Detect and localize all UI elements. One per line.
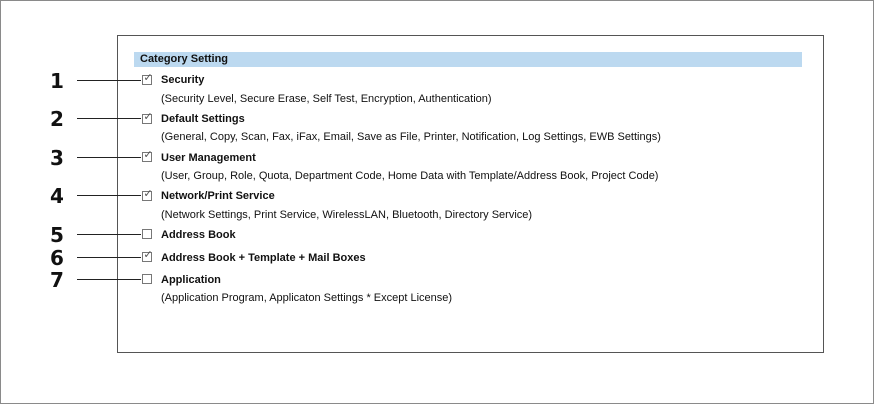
callout-6: 6	[0, 248, 150, 268]
callout-number: 1	[50, 69, 64, 93]
security-label: Security	[161, 74, 205, 86]
user-management-label: User Management	[161, 152, 256, 164]
user-management-description: (User, Group, Role, Quota, Department Co…	[161, 170, 659, 182]
callout-number: 3	[50, 146, 64, 170]
callout-line	[77, 157, 141, 158]
security-description: (Security Level, Secure Erase, Self Test…	[161, 93, 492, 105]
callout-line	[77, 80, 141, 81]
application-checkbox[interactable]	[142, 274, 152, 284]
network-print-service-checkbox[interactable]: ✓	[142, 187, 153, 201]
callout-line	[77, 195, 141, 196]
callout-line	[77, 234, 141, 235]
default-settings-description: (General, Copy, Scan, Fax, iFax, Email, …	[161, 131, 661, 143]
callout-2: 2	[0, 109, 150, 129]
check-icon: ✓	[143, 71, 153, 84]
network-print-service-label: Network/Print Service	[161, 190, 275, 202]
network-print-service-description: (Network Settings, Print Service, Wirele…	[161, 209, 533, 221]
address-book-label: Address Book	[161, 229, 236, 241]
check-icon: ✓	[143, 110, 153, 123]
callout-4: 4	[0, 186, 150, 206]
application-description: (Application Program, Applicaton Setting…	[161, 292, 453, 304]
callout-line	[77, 118, 141, 119]
check-icon: ✓	[143, 248, 153, 261]
security-checkbox[interactable]: ✓	[142, 71, 153, 85]
callout-number: 4	[50, 184, 64, 208]
check-icon: ✓	[143, 148, 153, 161]
default-settings-checkbox[interactable]: ✓	[142, 110, 153, 124]
address-book-checkbox[interactable]	[142, 229, 152, 239]
callout-5: 5	[0, 225, 150, 245]
callout-7: 7	[0, 270, 150, 290]
callout-line	[77, 257, 141, 258]
address-book-template-mailboxes-checkbox[interactable]: ✓	[142, 248, 153, 262]
callout-number: 5	[50, 223, 64, 247]
callout-number: 6	[50, 246, 64, 270]
category-setting-header: Category Setting	[134, 52, 802, 67]
callout-3: 3	[0, 148, 150, 168]
check-icon: ✓	[143, 187, 153, 200]
callout-1: 1	[0, 71, 150, 91]
default-settings-label: Default Settings	[161, 113, 245, 125]
callout-number: 2	[50, 107, 64, 131]
application-label: Application	[161, 274, 221, 286]
address-book-template-mailboxes-label: Address Book + Template + Mail Boxes	[161, 252, 366, 264]
callout-line	[77, 279, 141, 280]
callout-number: 7	[50, 268, 64, 292]
user-management-checkbox[interactable]: ✓	[142, 148, 153, 162]
